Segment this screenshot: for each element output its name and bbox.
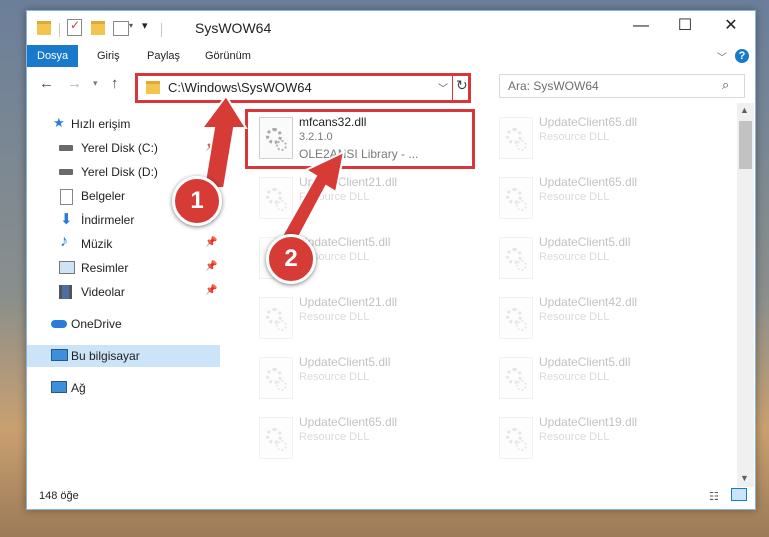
callout-badge-1: 1 <box>172 176 222 226</box>
callout-badge-2: 2 <box>266 234 316 284</box>
arrow-1 <box>200 94 248 189</box>
arrow-2 <box>280 150 346 248</box>
callout-arrows <box>200 94 346 248</box>
